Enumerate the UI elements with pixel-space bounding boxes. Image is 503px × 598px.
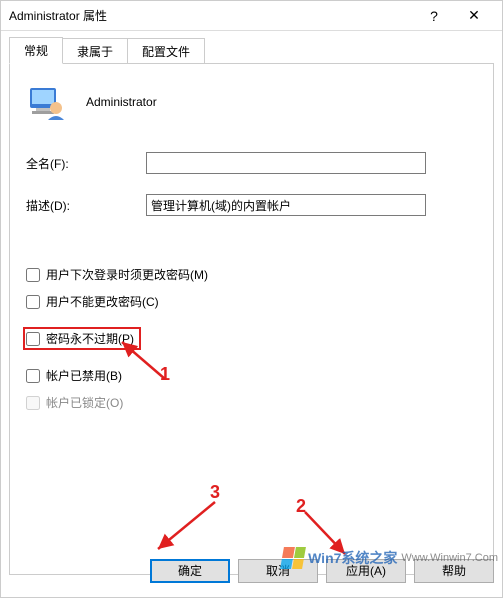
checkbox-neverexpire-label: 密码永不过期(P) <box>46 330 134 347</box>
checkbox-cannotchange[interactable]: 用户不能更改密码(C) <box>26 293 477 310</box>
checkbox-mustchange-label: 用户下次登录时须更改密码(M) <box>46 266 208 283</box>
tabstrip: 常规 隶属于 配置文件 <box>1 31 502 63</box>
annotation-arrow-2 <box>290 504 380 564</box>
checkbox-locked-label: 帐户已锁定(O) <box>46 394 123 411</box>
user-name: Administrator <box>86 95 157 109</box>
ok-button[interactable]: 确定 <box>150 559 230 583</box>
fullname-label: 全名(F): <box>26 155 146 172</box>
checkbox-mustchange-box[interactable] <box>26 268 40 282</box>
help-button[interactable]: 帮助 <box>414 559 494 583</box>
apply-button[interactable]: 应用(A) <box>326 559 406 583</box>
tab-general[interactable]: 常规 <box>9 37 63 64</box>
checkbox-locked: 帐户已锁定(O) <box>26 394 477 411</box>
checkbox-mustchange[interactable]: 用户下次登录时须更改密码(M) <box>26 266 477 283</box>
checkbox-disabled[interactable]: 帐户已禁用(B) <box>26 367 477 384</box>
dialog-buttons: 确定 取消 应用(A) 帮助 <box>150 559 494 583</box>
tab-panel-general: Administrator 全名(F): 描述(D): 用户下次登录时须更改密码… <box>9 63 494 575</box>
help-icon[interactable]: ? <box>414 1 454 31</box>
checkbox-neverexpire-box[interactable] <box>26 332 40 346</box>
window-title: Administrator 属性 <box>9 7 414 24</box>
checkbox-cannotchange-label: 用户不能更改密码(C) <box>46 293 159 310</box>
titlebar: Administrator 属性 ? ✕ <box>1 1 502 31</box>
checkbox-neverexpire[interactable]: 密码永不过期(P) <box>26 330 138 347</box>
checkbox-cannotchange-box[interactable] <box>26 295 40 309</box>
tab-memberof[interactable]: 隶属于 <box>62 38 128 64</box>
description-input[interactable] <box>146 194 426 216</box>
annotation-arrow-3 <box>140 494 230 559</box>
annotation-2: 2 <box>296 496 306 517</box>
annotation-3: 3 <box>210 482 220 503</box>
fullname-input[interactable] <box>146 152 426 174</box>
user-account-icon <box>26 82 66 122</box>
field-description: 描述(D): <box>26 194 477 216</box>
checkbox-disabled-box[interactable] <box>26 369 40 383</box>
field-fullname: 全名(F): <box>26 152 477 174</box>
cancel-button[interactable]: 取消 <box>238 559 318 583</box>
user-header: Administrator <box>26 82 477 122</box>
description-label: 描述(D): <box>26 197 146 214</box>
tab-profile[interactable]: 配置文件 <box>127 38 205 64</box>
checkbox-locked-box <box>26 396 40 410</box>
checkbox-disabled-label: 帐户已禁用(B) <box>46 367 122 384</box>
properties-dialog: Administrator 属性 ? ✕ 常规 隶属于 配置文件 Adminis… <box>0 0 503 598</box>
close-icon[interactable]: ✕ <box>454 1 494 31</box>
